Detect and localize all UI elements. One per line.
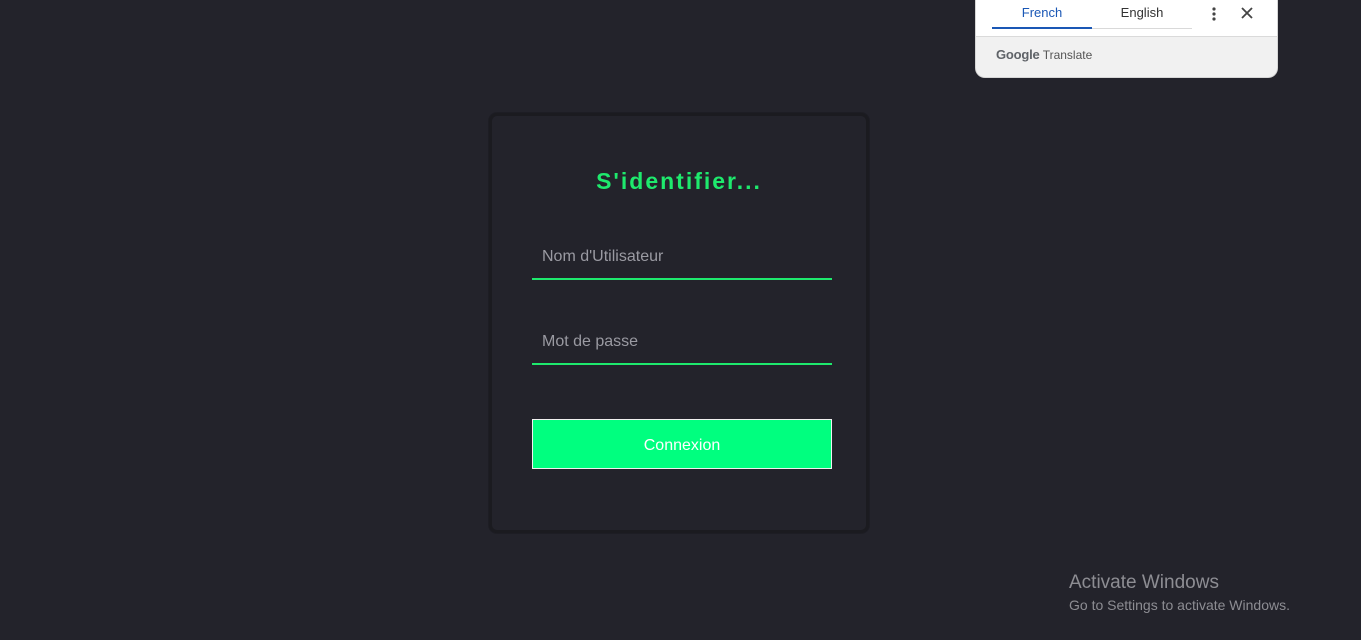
close-icon[interactable]: [1237, 3, 1257, 23]
border-glow-top: [692, 113, 869, 116]
translate-label: Translate: [1042, 48, 1093, 62]
watermark-subtitle: Go to Settings to activate Windows.: [1069, 597, 1290, 613]
activate-windows-watermark: Activate Windows Go to Settings to activ…: [1069, 572, 1290, 613]
more-vert-icon[interactable]: [1205, 3, 1223, 25]
username-field-wrapper: [532, 236, 832, 280]
google-logo-text: Google: [996, 47, 1040, 62]
password-field-wrapper: [532, 321, 832, 365]
password-input[interactable]: [532, 321, 832, 363]
login-title: S'identifier...: [596, 168, 762, 194]
google-translate-popup: French English Google Translate: [975, 0, 1278, 78]
login-button[interactable]: Connexion: [532, 419, 832, 469]
login-card: S'identifier... Connexion: [489, 113, 869, 533]
username-input[interactable]: [532, 236, 832, 278]
watermark-title: Activate Windows: [1069, 572, 1219, 593]
google-translate-brand: Google Translate: [996, 47, 1092, 62]
border-glow-bottom: [489, 530, 559, 533]
translate-header: French English: [976, 0, 1277, 37]
border-glow-left: [489, 220, 492, 533]
border-glow-right: [866, 113, 869, 335]
tab-french[interactable]: French: [992, 0, 1092, 29]
tab-english[interactable]: English: [1092, 0, 1192, 29]
